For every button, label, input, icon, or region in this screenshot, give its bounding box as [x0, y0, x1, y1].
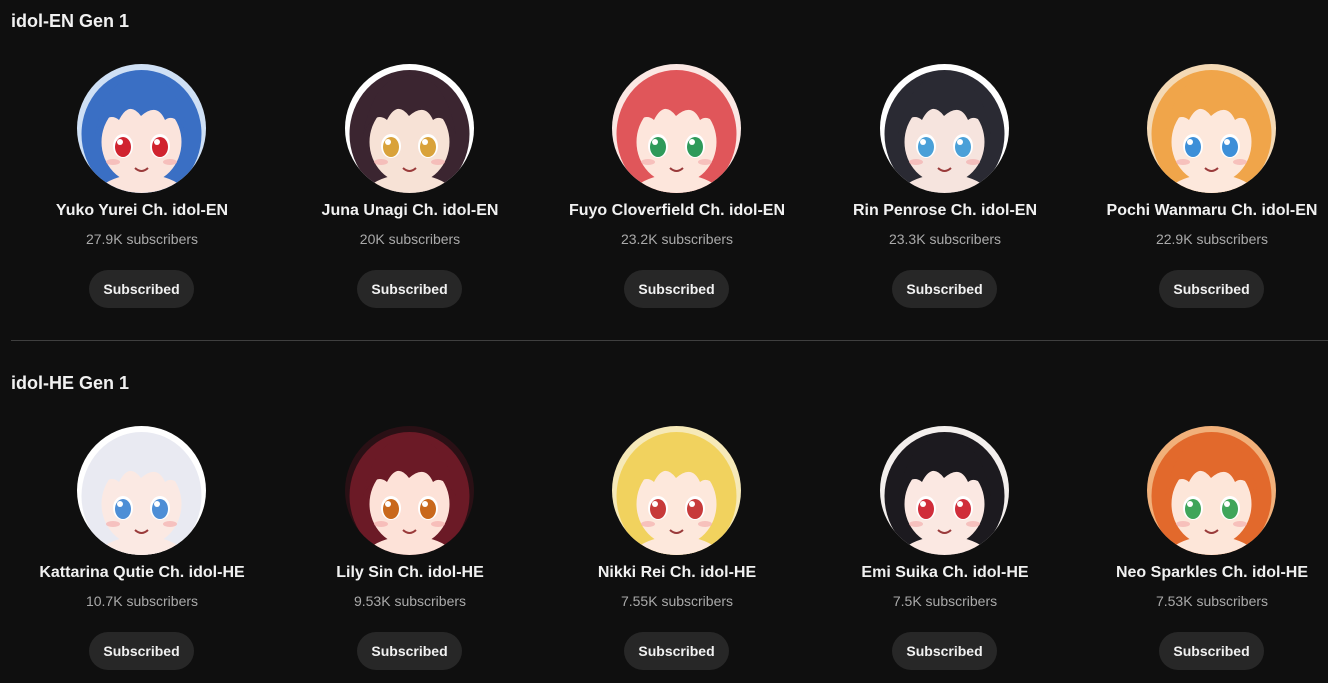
- subscribed-button[interactable]: Subscribed: [624, 632, 729, 670]
- channel-name[interactable]: Rin Penrose Ch. idol-EN: [815, 201, 1075, 221]
- channel-avatar[interactable]: [880, 64, 1009, 193]
- subscriber-count: 27.9K subscribers: [85, 231, 199, 247]
- channel-avatar[interactable]: [612, 64, 741, 193]
- channel-name[interactable]: Nikki Rei Ch. idol-HE: [547, 563, 807, 583]
- channel-name[interactable]: Neo Sparkles Ch. idol-HE: [1082, 563, 1328, 583]
- subscriber-count: 9.53K subscribers: [353, 593, 467, 609]
- avatar-black-hair-red-eyes: [880, 426, 1009, 555]
- subscriber-count: 22.9K subscribers: [1155, 231, 1269, 247]
- channel-avatar[interactable]: [1147, 426, 1276, 555]
- channel-card: Kattarina Qutie Ch. idol-HE 10.7K subscri…: [12, 362, 272, 682]
- subscriber-count: 23.2K subscribers: [620, 231, 734, 247]
- channel-card: Nikki Rei Ch. idol-HE 7.55K subscribers Su…: [547, 362, 807, 682]
- channel-name[interactable]: Yuko Yurei Ch. idol-EN: [12, 201, 272, 221]
- subscriber-count: 10.7K subscribers: [85, 593, 199, 609]
- channel-card: Neo Sparkles Ch. idol-HE 7.53K subscriber…: [1082, 362, 1328, 682]
- channel-card: Lily Sin Ch. idol-HE 9.53K subscribers Sub…: [280, 362, 540, 682]
- avatar-dark-hair-gold-eyes: [345, 64, 474, 193]
- channel-name[interactable]: Juna Unagi Ch. idol-EN: [280, 201, 540, 221]
- channel-card: Pochi Wanmaru Ch. idol-EN 22.9K subscribe…: [1082, 0, 1328, 320]
- subscribed-button[interactable]: Subscribed: [1159, 270, 1264, 308]
- channel-name[interactable]: Fuyo Cloverfield Ch. idol-EN: [547, 201, 807, 221]
- subscribed-button[interactable]: Subscribed: [892, 270, 997, 308]
- channel-name[interactable]: Lily Sin Ch. idol-HE: [280, 563, 540, 583]
- channel-avatar[interactable]: [1147, 64, 1276, 193]
- subscriber-count: 23.3K subscribers: [888, 231, 1002, 247]
- subscribed-button[interactable]: Subscribed: [357, 270, 462, 308]
- channel-card: Yuko Yurei Ch. idol-EN 27.9K subscribers S…: [12, 0, 272, 320]
- avatar-red-hair-green-eyes: [612, 64, 741, 193]
- channel-avatar[interactable]: [612, 426, 741, 555]
- channel-avatar[interactable]: [880, 426, 1009, 555]
- subscribed-button[interactable]: Subscribed: [892, 632, 997, 670]
- subscribed-button[interactable]: Subscribed: [1159, 632, 1264, 670]
- channel-card: Fuyo Cloverfield Ch. idol-EN 23.2K subscr…: [547, 0, 807, 320]
- avatar-blue-hair-red-eyes: [77, 64, 206, 193]
- subscriptions-page: idol-EN Gen 1 Yuko Yurei Ch. idol-EN 27.9…: [0, 0, 1328, 683]
- channel-card: Juna Unagi Ch. idol-EN 20K subscribers Sub…: [280, 0, 540, 320]
- channel-avatar[interactable]: [345, 64, 474, 193]
- subscribed-button[interactable]: Subscribed: [89, 632, 194, 670]
- channel-name[interactable]: Kattarina Qutie Ch. idol-HE: [12, 563, 272, 583]
- avatar-white-hair-blue-eyes: [77, 426, 206, 555]
- subscriber-count: 7.55K subscribers: [620, 593, 734, 609]
- channel-name[interactable]: Pochi Wanmaru Ch. idol-EN: [1082, 201, 1328, 221]
- channel-name[interactable]: Emi Suika Ch. idol-HE: [815, 563, 1075, 583]
- avatar-orange-hair-blue-eyes: [1147, 64, 1276, 193]
- channel-avatar[interactable]: [77, 64, 206, 193]
- subscribed-button[interactable]: Subscribed: [624, 270, 729, 308]
- avatar-ginger-hair-green-eyes: [1147, 426, 1276, 555]
- subscriber-count: 7.53K subscribers: [1155, 593, 1269, 609]
- channel-avatar[interactable]: [345, 426, 474, 555]
- avatar-black-white-hair: [880, 64, 1009, 193]
- channel-avatar[interactable]: [77, 426, 206, 555]
- avatar-blonde-hair-red-eyes: [612, 426, 741, 555]
- channel-card: Rin Penrose Ch. idol-EN 23.3K subscribers…: [815, 0, 1075, 320]
- channel-card: Emi Suika Ch. idol-HE 7.5K subscribers Sub…: [815, 362, 1075, 682]
- subscribed-button[interactable]: Subscribed: [89, 270, 194, 308]
- subscriber-count: 20K subscribers: [359, 231, 461, 247]
- avatar-crimson-hair-amber-eyes: [345, 426, 474, 555]
- subscriber-count: 7.5K subscribers: [892, 593, 998, 609]
- subscribed-button[interactable]: Subscribed: [357, 632, 462, 670]
- section-divider: [11, 340, 1328, 341]
